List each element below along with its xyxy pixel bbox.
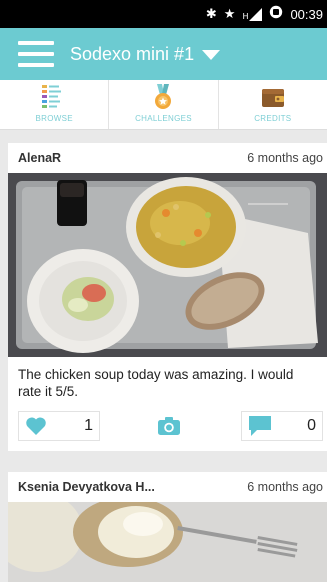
bluetooth-icon: ✱ bbox=[205, 6, 217, 22]
tab-credits-label: CREDITS bbox=[254, 114, 292, 123]
like-button[interactable]: 1 bbox=[18, 411, 100, 441]
hamburger-menu-icon[interactable] bbox=[18, 41, 54, 67]
comment-count: 0 bbox=[307, 417, 316, 434]
post-photo[interactable] bbox=[8, 502, 327, 582]
post-header: Ksenia Devyatkova H... 6 months ago bbox=[8, 472, 327, 502]
tab-challenges[interactable]: CHALLENGES bbox=[109, 80, 219, 129]
comment-button[interactable]: 0 bbox=[241, 411, 323, 441]
list-icon bbox=[42, 85, 62, 108]
signal-icon: H bbox=[242, 7, 263, 21]
caret-down-icon bbox=[202, 50, 221, 60]
heart-icon bbox=[26, 417, 46, 435]
post-author[interactable]: AlenaR bbox=[18, 151, 61, 165]
tab-credits[interactable]: CREDITS bbox=[219, 80, 327, 129]
post-time: 6 months ago bbox=[247, 151, 323, 165]
app-bar: Sodexo mini #1 bbox=[0, 28, 327, 80]
alarm-icon bbox=[269, 5, 283, 23]
post-card: Ksenia Devyatkova H... 6 months ago bbox=[8, 472, 327, 582]
post-author[interactable]: Ksenia Devyatkova H... bbox=[18, 480, 155, 494]
comment-icon bbox=[249, 416, 271, 436]
tab-browse[interactable]: BROWSE bbox=[0, 80, 110, 129]
post-caption: The chicken soup today was amazing. I wo… bbox=[18, 367, 294, 399]
post-photo[interactable] bbox=[8, 173, 327, 357]
post-card: AlenaR 6 months ago The chicken soup tod… bbox=[8, 143, 327, 451]
post-header: AlenaR 6 months ago bbox=[8, 143, 327, 173]
medal-icon bbox=[155, 84, 172, 109]
star-icon: ★ bbox=[223, 6, 236, 22]
tab-challenges-label: CHALLENGES bbox=[135, 114, 192, 123]
post-time: 6 months ago bbox=[247, 480, 323, 494]
app-title: Sodexo mini #1 bbox=[70, 43, 195, 64]
signal-label: H bbox=[242, 11, 249, 21]
status-bar: ✱ ★ H 00:39 bbox=[0, 0, 327, 28]
post-actions: 1 0 bbox=[8, 409, 327, 445]
camera-icon[interactable] bbox=[157, 416, 181, 436]
location-selector[interactable]: Sodexo mini #1 bbox=[54, 43, 221, 65]
tab-bar: BROWSE CHALLENGES CREDITS bbox=[0, 80, 327, 130]
status-time: 00:39 bbox=[290, 6, 323, 22]
like-count: 1 bbox=[84, 417, 93, 434]
wallet-icon bbox=[261, 89, 284, 107]
tab-browse-label: BROWSE bbox=[35, 114, 73, 123]
